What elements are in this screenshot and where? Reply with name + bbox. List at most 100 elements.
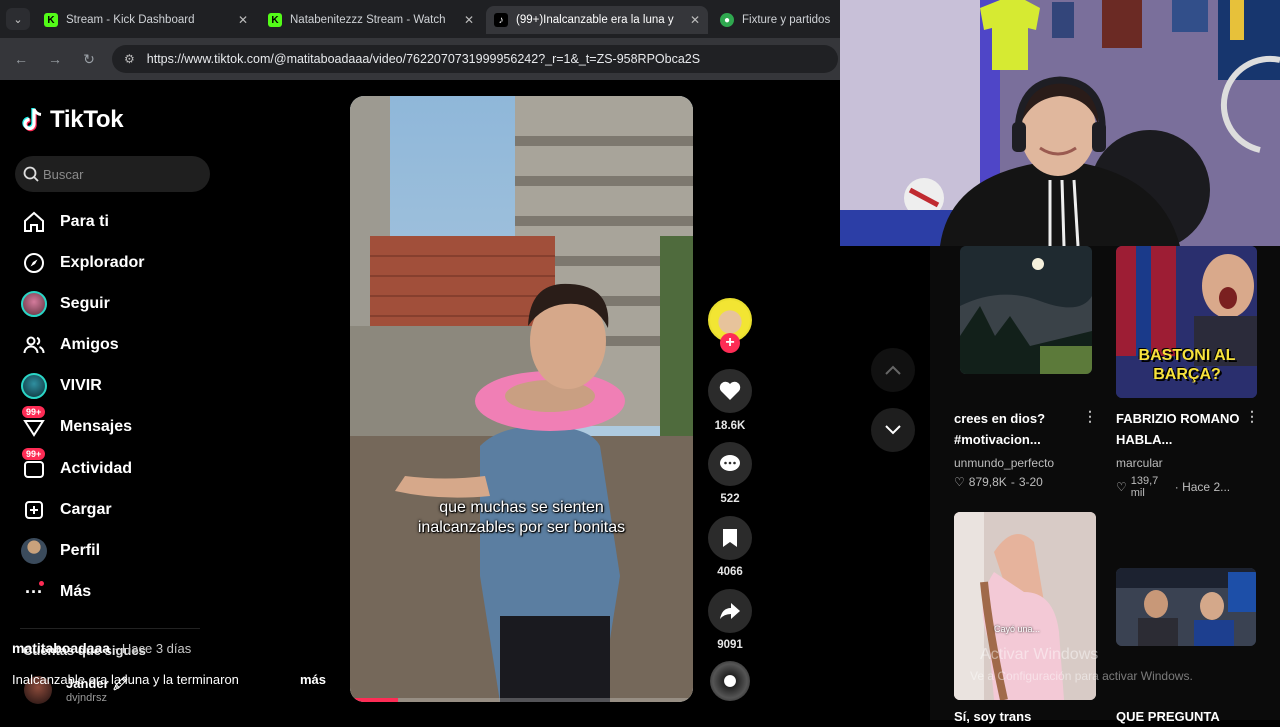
search-input[interactable]: Buscar: [15, 156, 210, 192]
thumb-overlay: Cayó una...: [994, 624, 1041, 634]
rec-date: · Hace 2...: [1174, 480, 1231, 494]
rec-meta: ♡ 879,8K - 3-20: [954, 475, 1043, 489]
nav-label: Explorador: [60, 254, 145, 271]
comment-button[interactable]: [708, 442, 752, 486]
tab-title: Natabenitezzz Stream - Watch: [290, 14, 446, 26]
nav-label: VIVIR: [60, 377, 102, 394]
nav-item-perfil[interactable]: Perfil: [20, 536, 100, 566]
address-bar[interactable]: ⚙ https://www.tiktok.com/@matitaboadaaa/…: [112, 45, 838, 73]
video-thumbnail[interactable]: [1116, 568, 1256, 646]
more-options-icon[interactable]: ⋮: [1083, 408, 1097, 425]
tiktok-logo[interactable]: TikTok: [22, 106, 124, 134]
activity-icon: 99+: [20, 448, 48, 483]
previous-video-button[interactable]: [871, 348, 915, 392]
chevron-down-icon: [885, 425, 901, 435]
tab-title: Fixture y partidos de: [742, 14, 832, 26]
more-options-icon[interactable]: ⋮: [1245, 408, 1259, 425]
following-handle: dvjndrsz: [66, 692, 107, 704]
nav-label: Cargar: [60, 501, 112, 518]
heart-outline-icon: ♡: [1116, 480, 1127, 494]
close-tab-icon[interactable]: ✕: [238, 13, 248, 27]
rec-user[interactable]: marcular: [1116, 456, 1163, 470]
video-caption-line: que muchas se sienten: [439, 499, 604, 516]
like-button[interactable]: [708, 369, 752, 413]
browser-tab-active[interactable]: ♪ (99+)Inalcanzable era la luna y ✕: [486, 6, 708, 34]
rec-title[interactable]: QUE PREGUNTA: [1116, 706, 1256, 727]
tab-title: (99+)Inalcanzable era la luna y: [516, 14, 674, 26]
recommendations-panel: crees en dios? #motivacion... ⋮ unmundo_…: [930, 246, 1280, 724]
search-icon: [21, 164, 41, 184]
tiktok-icon: ♪: [494, 13, 508, 27]
rec-user[interactable]: unmundo_perfecto: [954, 456, 1054, 470]
sidebar-divider: [20, 628, 200, 629]
nav-item-vivir[interactable]: VIVIR: [20, 371, 102, 401]
profile-icon: [20, 537, 48, 565]
nav-item-mas[interactable]: ··· Más: [20, 577, 91, 607]
nav-label: Amigos: [60, 336, 119, 353]
chevron-up-icon: [885, 365, 901, 375]
nav-item-para-ti[interactable]: Para ti: [20, 207, 109, 237]
close-tab-icon[interactable]: ✕: [690, 13, 700, 27]
video-player[interactable]: que muchas se sienten inalcanzables por …: [350, 96, 693, 702]
back-icon[interactable]: ←: [12, 50, 30, 68]
heart-outline-icon: ♡: [954, 475, 965, 489]
video-caption-line: inalcanzables por ser bonitas: [417, 519, 626, 536]
nav-label: Seguir: [60, 295, 110, 312]
rec-likes: 879,8K: [968, 475, 1007, 489]
share-icon: [720, 603, 740, 619]
bookmark-icon: [723, 529, 737, 547]
nav-label: Mensajes: [60, 418, 133, 435]
video-author[interactable]: matitaboadaaa · Hace 3 días: [12, 640, 191, 656]
save-button[interactable]: [708, 516, 752, 560]
messages-icon: 99+: [20, 406, 48, 441]
forward-icon[interactable]: →: [46, 50, 64, 68]
author-name[interactable]: matitaboadaaa: [12, 640, 110, 656]
messages-badge: 99+: [22, 406, 46, 418]
video-progress-bar[interactable]: [350, 698, 693, 702]
nav-item-seguir[interactable]: Seguir: [20, 289, 110, 319]
nav-label: Para ti: [60, 213, 109, 230]
share-button[interactable]: [708, 589, 752, 633]
thumb-text: BASTONI AL BARÇA?: [1138, 347, 1236, 383]
windows-watermark-text: Ve a Configuración para activar Windows.: [970, 669, 1193, 683]
rec-title[interactable]: FABRIZIO ROMANO HABLA...: [1116, 408, 1244, 450]
upload-icon: [20, 496, 48, 524]
next-video-button[interactable]: [871, 408, 915, 452]
nav-item-mensajes[interactable]: 99+ Mensajes: [20, 406, 133, 442]
home-icon: [20, 208, 48, 236]
rec-title[interactable]: crees en dios? #motivacion...: [954, 408, 1084, 450]
site-settings-icon[interactable]: ⚙: [124, 52, 135, 66]
save-count: 4066: [717, 566, 743, 578]
rec-meta: ♡ 139,7 mil · Hace 2...: [1116, 475, 1230, 499]
sound-disc-icon[interactable]: [710, 661, 750, 701]
progress-fill: [350, 698, 399, 702]
nav-item-cargar[interactable]: Cargar: [20, 495, 112, 525]
nav-item-actividad[interactable]: 99+ Actividad: [20, 448, 132, 484]
globe-icon: ●: [720, 13, 734, 27]
kick-icon: K: [44, 13, 58, 27]
rec-title[interactable]: Sí, soy trans: [954, 706, 1094, 727]
comment-icon: [720, 455, 740, 471]
nav-item-amigos[interactable]: Amigos: [20, 330, 119, 360]
share-count: 9091: [717, 639, 743, 651]
nav-label: Más: [60, 583, 92, 600]
video-thumbnail[interactable]: BASTONI AL BARÇA?: [1116, 246, 1257, 398]
video-thumbnail[interactable]: [960, 246, 1092, 374]
browser-tab[interactable]: K Stream - Kick Dashboard ✕: [36, 6, 256, 34]
close-tab-icon[interactable]: ✕: [464, 13, 474, 27]
friends-icon: [20, 331, 48, 359]
rec-likes: 139,7 mil: [1130, 475, 1159, 499]
more-button[interactable]: más: [300, 672, 326, 687]
follow-button[interactable]: +: [720, 333, 740, 353]
video-age: · Hace 3 días: [113, 641, 192, 656]
video-frame: [350, 96, 693, 702]
tab-search-chevron-icon[interactable]: ⌄: [6, 8, 30, 30]
search-placeholder: Buscar: [43, 166, 84, 182]
nav-item-explorador[interactable]: Explorador: [20, 248, 144, 278]
comment-count: 522: [720, 493, 740, 505]
more-icon: ···: [25, 581, 44, 602]
browser-tab[interactable]: K Natabenitezzz Stream - Watch ✕: [260, 6, 482, 34]
video-description: Inalcanzable era la luna y la terminaron: [12, 672, 239, 687]
reload-icon[interactable]: ↻: [80, 50, 98, 68]
browser-tab[interactable]: ● Fixture y partidos de: [712, 6, 840, 34]
